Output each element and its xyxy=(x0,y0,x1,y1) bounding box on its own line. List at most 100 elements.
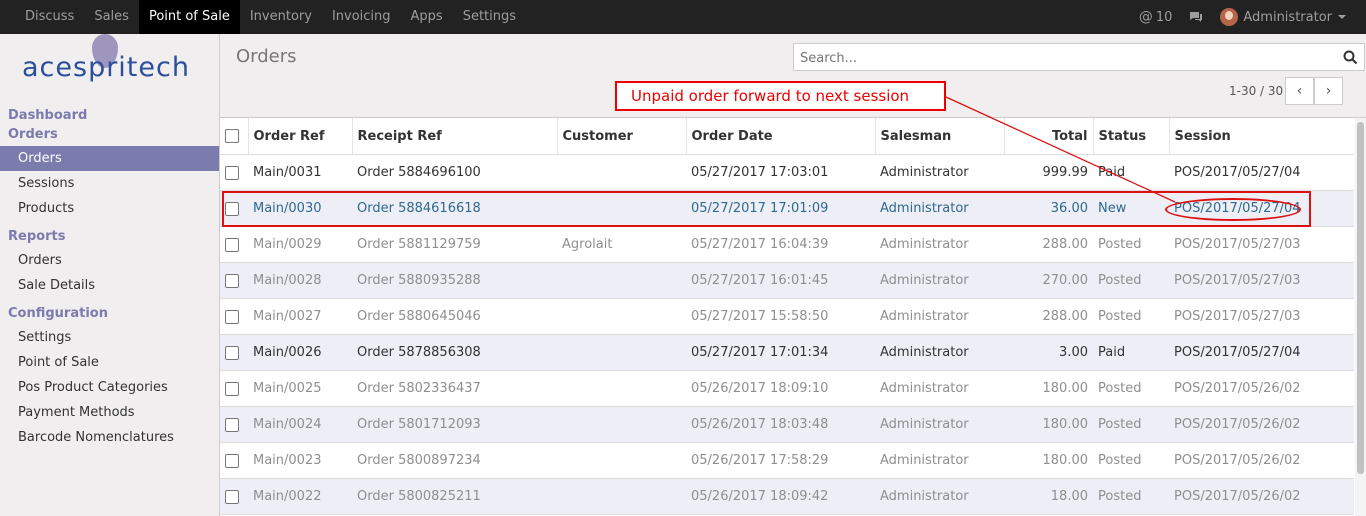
cell-ref: Main/0031 xyxy=(248,154,352,191)
scrollbar[interactable] xyxy=(1355,118,1366,516)
row-checkbox[interactable] xyxy=(225,273,239,288)
cell-status: Paid xyxy=(1093,154,1169,191)
at-icon: @ xyxy=(1138,9,1153,25)
cell-total: 18.00 xyxy=(1004,478,1093,515)
menu-apps[interactable]: Apps xyxy=(401,0,453,34)
page-title: Orders xyxy=(236,46,297,67)
cell-salesman: Administrator xyxy=(875,406,1004,443)
row-checkbox[interactable] xyxy=(225,381,239,396)
table-row[interactable]: Main/0028 Order 5880935288 05/27/2017 16:0… xyxy=(220,262,1354,299)
cell-receipt: Order 5800825211 xyxy=(352,478,557,515)
cell-total: 180.00 xyxy=(1004,370,1093,407)
row-checkbox[interactable] xyxy=(225,489,239,504)
cell-session: POS/2017/05/27/03 xyxy=(1169,262,1354,299)
pager-next-button[interactable]: › xyxy=(1314,77,1343,105)
cell-date: 05/27/2017 17:03:01 xyxy=(686,154,875,191)
row-checkbox[interactable] xyxy=(225,165,239,180)
table-row[interactable]: Main/0022 Order 5800825211 05/26/2017 18:0… xyxy=(220,478,1354,515)
cell-customer xyxy=(557,334,686,371)
cell-date: 05/27/2017 15:58:50 xyxy=(686,298,875,335)
table-row[interactable]: Main/0027 Order 5880645046 05/27/2017 15:5… xyxy=(220,298,1354,335)
row-checkbox[interactable] xyxy=(225,237,239,252)
notifications-button[interactable]: @ 10 xyxy=(1131,9,1181,25)
chat-button[interactable] xyxy=(1180,10,1212,24)
cell-receipt: Order 5880935288 xyxy=(352,262,557,299)
pager-value[interactable]: 1-30 / 30 xyxy=(1229,84,1283,98)
sidebar-section-dashboard[interactable]: Dashboard xyxy=(0,106,219,127)
annotation-callout: Unpaid order forward to next session xyxy=(615,81,946,111)
chevron-left-icon: ‹ xyxy=(1296,83,1303,99)
column-header-salesman[interactable]: Salesman xyxy=(875,118,1005,155)
cell-status: Posted xyxy=(1093,226,1169,263)
row-checkbox[interactable] xyxy=(225,345,239,360)
company-logo[interactable]: acespritech xyxy=(0,34,219,106)
chevron-right-icon: › xyxy=(1325,83,1332,99)
sidebar-item-settings[interactable]: Settings xyxy=(0,325,219,350)
sidebar-item-orders[interactable]: Orders xyxy=(0,248,219,273)
orders-list: Order Ref Receipt Ref Customer Order Date Sa… xyxy=(220,118,1354,516)
sidebar-item-sessions[interactable]: Sessions xyxy=(0,171,219,196)
row-checkbox[interactable] xyxy=(225,453,239,468)
cell-status: Posted xyxy=(1093,370,1169,407)
cell-receipt: Order 5884696100 xyxy=(352,154,557,191)
table-row[interactable]: Main/0025 Order 5802336437 05/26/2017 18:0… xyxy=(220,370,1354,407)
column-header-total[interactable]: Total xyxy=(1004,118,1094,155)
column-header-order-date[interactable]: Order Date xyxy=(686,118,876,155)
search-input[interactable] xyxy=(798,45,1322,71)
sidebar-item-barcode-nomenclatures[interactable]: Barcode Nomenclatures xyxy=(0,425,219,450)
column-header-status[interactable]: Status xyxy=(1093,118,1170,155)
select-all-checkbox[interactable] xyxy=(225,129,239,143)
cell-customer xyxy=(557,406,686,443)
row-checkbox[interactable] xyxy=(225,309,239,324)
cell-date: 05/26/2017 18:09:42 xyxy=(686,478,875,515)
menu-sales[interactable]: Sales xyxy=(84,0,139,34)
cell-total: 999.99 xyxy=(1004,154,1093,191)
scrollbar-thumb[interactable] xyxy=(1357,122,1364,474)
sidebar-item-payment-methods[interactable]: Payment Methods xyxy=(0,400,219,425)
cell-status: New xyxy=(1093,190,1169,227)
cell-status: Posted xyxy=(1093,478,1169,515)
cell-customer xyxy=(557,442,686,479)
sidebar-item-sale-details[interactable]: Sale Details xyxy=(0,273,219,298)
column-header-receipt-ref[interactable]: Receipt Ref xyxy=(352,118,558,155)
cell-total: 288.00 xyxy=(1004,226,1093,263)
table-row[interactable]: Main/0023 Order 5800897234 05/26/2017 17:5… xyxy=(220,442,1354,479)
table-row[interactable]: Main/0030 Order 5884616618 05/27/2017 17:0… xyxy=(220,190,1354,227)
table-row[interactable]: Main/0031 Order 5884696100 05/27/2017 17:0… xyxy=(220,154,1354,191)
search-icon[interactable] xyxy=(1343,50,1358,65)
sidebar-menu: Dashboard Orders Orders Sessions Products Rep… xyxy=(0,106,219,450)
column-header-order-ref[interactable]: Order Ref xyxy=(248,118,353,155)
table-row[interactable]: Main/0029 Order 5881129759 Agrolait 05/27/2… xyxy=(220,226,1354,263)
sidebar-section-reports[interactable]: Reports xyxy=(0,221,219,248)
sidebar-item-point-of-sale[interactable]: Point of Sale xyxy=(0,350,219,375)
chevron-down-icon xyxy=(1338,15,1346,19)
cell-salesman: Administrator xyxy=(875,478,1004,515)
column-header-customer[interactable]: Customer xyxy=(557,118,687,155)
row-checkbox[interactable] xyxy=(225,201,239,216)
row-checkbox-cell xyxy=(220,442,248,479)
cell-total: 270.00 xyxy=(1004,262,1093,299)
row-checkbox-cell xyxy=(220,370,248,407)
sidebar-item-pos-product-categories[interactable]: Pos Product Categories xyxy=(0,375,219,400)
cell-date: 05/27/2017 17:01:34 xyxy=(686,334,875,371)
sidebar-section-orders[interactable]: Orders xyxy=(0,127,219,146)
sidebar-section-configuration[interactable]: Configuration xyxy=(0,298,219,325)
menu-point-of-sale[interactable]: Point of Sale xyxy=(138,0,240,34)
notifications-count: 10 xyxy=(1155,9,1173,25)
user-menu[interactable]: Administrator xyxy=(1212,8,1366,26)
menu-inventory[interactable]: Inventory xyxy=(240,0,322,34)
menu-settings[interactable]: Settings xyxy=(453,0,526,34)
cell-status: Paid xyxy=(1093,334,1169,371)
row-checkbox[interactable] xyxy=(225,417,239,432)
table-row[interactable]: Main/0026 Order 5878856308 05/27/2017 17:0… xyxy=(220,334,1354,371)
column-header-session[interactable]: Session xyxy=(1169,118,1354,155)
table-row[interactable]: Main/0024 Order 5801712093 05/26/2017 18:0… xyxy=(220,406,1354,443)
cell-session: POS/2017/05/26/02 xyxy=(1169,442,1354,479)
cell-customer xyxy=(557,298,686,335)
sidebar-item-products[interactable]: Products xyxy=(0,196,219,221)
menu-discuss[interactable]: Discuss xyxy=(15,0,84,34)
pager-previous-button[interactable]: ‹ xyxy=(1285,77,1314,105)
sidebar-item-orders[interactable]: Orders xyxy=(0,146,219,171)
menu-invoicing[interactable]: Invoicing xyxy=(322,0,401,34)
row-checkbox-cell xyxy=(220,226,248,263)
